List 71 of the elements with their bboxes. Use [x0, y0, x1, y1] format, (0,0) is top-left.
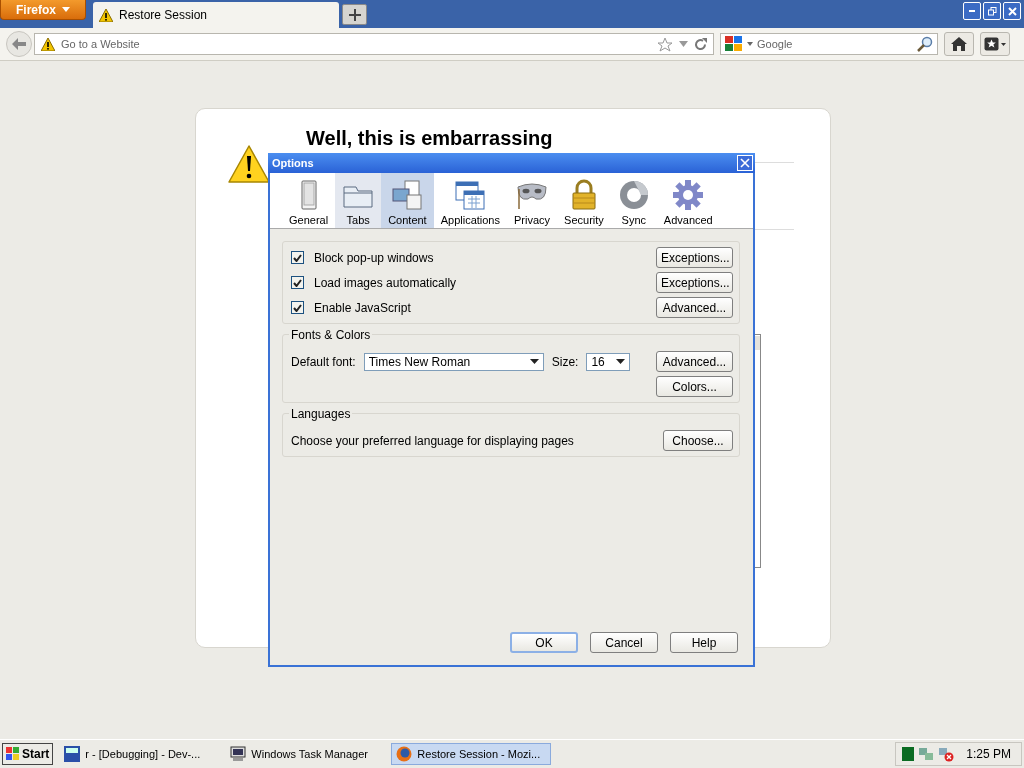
languages-text: Choose your preferred language for displaying pages: [291, 433, 574, 448]
error-heading: Well, this is embarrassing: [306, 127, 554, 150]
warning-icon: [99, 8, 113, 22]
dialog-button[interactable]: Cancel: [590, 632, 658, 653]
dialog-button[interactable]: OK: [510, 632, 578, 653]
caret-icon: [529, 359, 539, 364]
home-button[interactable]: [944, 32, 974, 56]
close-icon: [1007, 6, 1017, 16]
minimize-button[interactable]: [963, 2, 981, 20]
bookmarks-button[interactable]: [980, 32, 1010, 56]
address-field[interactable]: Go to a Website: [34, 33, 714, 55]
globe-icon: [396, 746, 413, 762]
caret-icon[interactable]: [747, 42, 753, 46]
close-button[interactable]: [1003, 2, 1021, 20]
preference-tab[interactable]: Content: [381, 173, 434, 228]
field-label: Size:: [551, 354, 579, 369]
field-label: Default font:: [291, 354, 356, 369]
reload-icon[interactable]: [694, 37, 707, 51]
new-tab-button[interactable]: [342, 4, 367, 25]
preference-tab[interactable]: Tabs: [335, 173, 382, 228]
computer-icon: [230, 746, 247, 762]
warning-icon: [228, 145, 270, 183]
checkbox[interactable]: [291, 301, 304, 314]
bookmark-star-icon: [984, 37, 1006, 51]
back-button[interactable]: [6, 31, 32, 57]
document-picture-icon: [391, 179, 424, 211]
dialog-button[interactable]: Help: [670, 632, 738, 653]
group-title: Fonts & Colors: [289, 328, 373, 342]
choose-button[interactable]: Choose...: [663, 430, 733, 451]
dropdown-icon[interactable]: [679, 41, 688, 47]
checkbox[interactable]: [291, 251, 304, 264]
address-input[interactable]: Go to a Website: [61, 38, 651, 50]
checkbox-label[interactable]: Enable JavaScript: [314, 300, 411, 315]
clock-text: 1:25 PM: [966, 747, 1011, 761]
sync-icon: [617, 179, 650, 211]
windows-logo-icon: [6, 747, 20, 761]
plus-icon: [348, 8, 361, 21]
size-dropdown[interactable]: 16: [586, 352, 631, 371]
checkbox-label[interactable]: Block pop-up windows: [314, 250, 434, 265]
advanced-button[interactable]: Advanced...: [656, 351, 733, 372]
calendar-window-icon: [454, 179, 487, 211]
taskbar-button[interactable]: Restore Session - Mozi...: [391, 743, 552, 765]
star-icon[interactable]: [657, 36, 673, 52]
minimize-icon: [969, 10, 975, 12]
checkbox[interactable]: [291, 276, 304, 289]
option-button[interactable]: Advanced...: [656, 297, 733, 318]
group-title: Languages: [289, 407, 353, 421]
start-button[interactable]: Start: [2, 743, 54, 765]
restore-icon: [987, 6, 997, 16]
back-arrow-icon: [12, 38, 26, 50]
engine-icon[interactable]: [725, 36, 743, 52]
home-icon: [951, 37, 967, 51]
network-error-icon[interactable]: [938, 746, 955, 762]
warning-icon: [41, 37, 55, 51]
checkbox-label[interactable]: Load images automatically: [314, 275, 457, 290]
meter-icon[interactable]: [902, 747, 915, 761]
caret-icon: [616, 359, 626, 364]
search-input[interactable]: Google: [757, 38, 913, 50]
font-dropdown[interactable]: Times New Roman: [363, 352, 544, 371]
dialog-title: Options: [272, 157, 315, 169]
option-button[interactable]: Exceptions...: [656, 272, 733, 293]
browser-tab[interactable]: Restore Session: [93, 2, 339, 28]
close-button[interactable]: [737, 155, 753, 171]
colors-button[interactable]: Colors...: [656, 376, 733, 397]
search-field[interactable]: Google: [720, 33, 938, 55]
search-icon[interactable]: [917, 36, 933, 52]
caret-icon: [62, 7, 70, 12]
option-button[interactable]: Exceptions...: [656, 247, 733, 268]
restore-button[interactable]: [983, 2, 1001, 20]
gear-icon: [672, 179, 705, 211]
ide-icon: [64, 746, 81, 762]
